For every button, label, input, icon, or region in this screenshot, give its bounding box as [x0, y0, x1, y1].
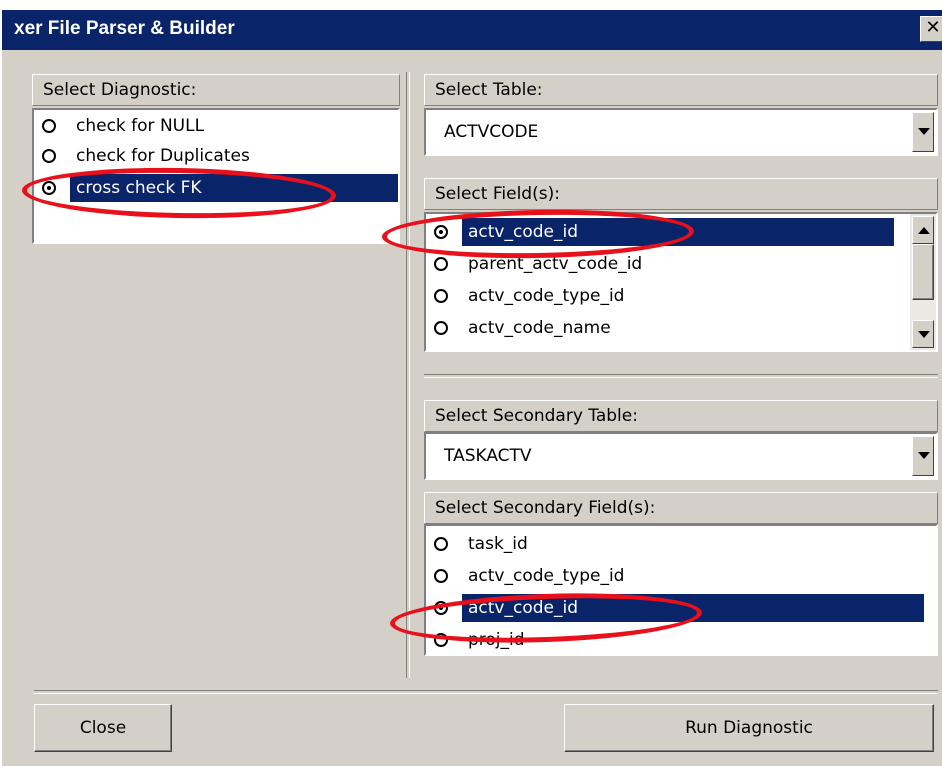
secondary-table-header: Select Secondary Table: — [424, 400, 938, 432]
scroll-down-button[interactable] — [912, 320, 934, 348]
title-bar[interactable]: xer File Parser & Builder ✕ — [2, 10, 942, 50]
radio-icon[interactable] — [434, 289, 448, 303]
chevron-down-icon — [918, 331, 930, 338]
radio-icon[interactable] — [42, 149, 56, 163]
fields-header: Select Field(s): — [424, 178, 938, 210]
vertical-separator — [406, 72, 410, 678]
bottom-separator — [34, 690, 938, 694]
secondary-table-combobox[interactable]: TASKACTV — [424, 432, 938, 480]
horizontal-separator — [424, 374, 938, 378]
table-combobox[interactable]: ACTVCODE — [424, 108, 938, 156]
dialog-window: xer File Parser & Builder ✕ Select Diagn… — [0, 8, 942, 766]
diagnostic-option-duplicates: check for Duplicates — [76, 146, 250, 166]
table-dropdown-button[interactable] — [912, 112, 934, 152]
window-close-button[interactable]: ✕ — [920, 16, 942, 42]
run-diagnostic-button[interactable]: Run Diagnostic — [564, 704, 934, 752]
secondary-field-option-actv-code-type-id: actv_code_type_id — [468, 566, 625, 586]
radio-icon[interactable] — [434, 321, 448, 335]
close-button[interactable]: Close — [34, 704, 172, 752]
diagnostic-header: Select Diagnostic: — [32, 74, 400, 106]
secondary-fields-header: Select Secondary Field(s): — [424, 492, 938, 524]
table-header: Select Table: — [424, 74, 938, 106]
scroll-up-button[interactable] — [912, 216, 934, 244]
field-option-actv-code-name: actv_code_name — [468, 318, 611, 338]
radio-icon[interactable] — [434, 569, 448, 583]
radio-icon[interactable] — [434, 257, 448, 271]
chevron-down-icon — [918, 452, 930, 459]
secondary-field-option-task-id: task_id — [468, 534, 528, 554]
list-item[interactable]: check for Duplicates — [36, 142, 396, 170]
chevron-down-icon — [918, 128, 930, 135]
radio-icon[interactable] — [42, 119, 56, 133]
list-item[interactable]: actv_code_type_id — [428, 562, 928, 590]
window-title: xer File Parser & Builder — [14, 18, 235, 39]
radio-icon[interactable] — [434, 537, 448, 551]
table-combobox-value: ACTVCODE — [444, 122, 539, 142]
chevron-up-icon — [918, 227, 930, 234]
secondary-table-combobox-value: TASKACTV — [444, 446, 532, 466]
field-option-actv-code-type-id: actv_code_type_id — [468, 286, 625, 306]
list-item[interactable]: check for NULL — [36, 112, 396, 140]
secondary-table-dropdown-button[interactable] — [912, 436, 934, 476]
list-item[interactable]: task_id — [428, 530, 928, 558]
scroll-thumb[interactable] — [912, 244, 934, 300]
list-item[interactable]: actv_code_type_id — [428, 282, 908, 310]
diagnostic-option-null: check for NULL — [76, 116, 205, 136]
fields-scrollbar[interactable] — [910, 214, 936, 350]
list-item[interactable]: actv_code_name — [428, 314, 908, 342]
